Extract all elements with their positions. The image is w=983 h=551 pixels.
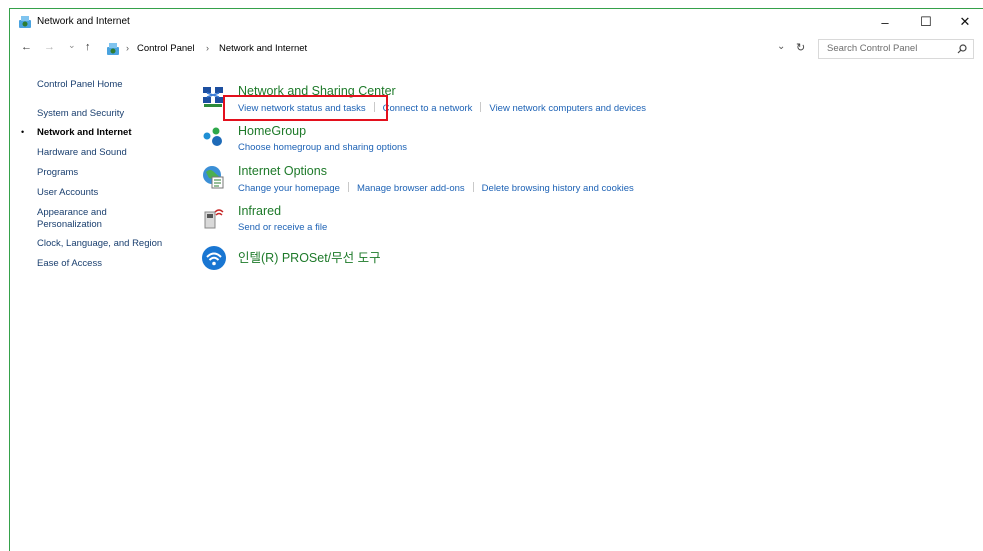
homegroup-icon [203, 127, 222, 146]
internet-options-links: Change your homepage Manage browser add-o… [238, 182, 634, 194]
network-sharing-icon [203, 87, 223, 107]
back-arrow-icon[interactable]: ← [21, 41, 32, 53]
forward-arrow-icon[interactable]: → [44, 41, 55, 53]
intel-proset-wireless-link[interactable]: 인텔(R) PROSet/무선 도구 [238, 247, 381, 266]
connect-to-network-link[interactable]: Connect to a network [383, 103, 473, 114]
breadcrumb-separator-icon: › [126, 43, 129, 53]
breadcrumb-separator-icon: › [206, 43, 209, 53]
search-input[interactable] [825, 42, 949, 55]
search-icon[interactable] [957, 44, 967, 54]
maximize-button[interactable]: ☐ [906, 11, 946, 33]
internet-options-link[interactable]: Internet Options [238, 164, 327, 178]
window-title: Network and Internet [37, 16, 130, 27]
control-panel-window: Network and Internet – ☐ ✕ ← → ⌄ ↑ › Con… [9, 8, 983, 551]
homegroup-link[interactable]: HomeGroup [238, 124, 306, 138]
breadcrumb-control-panel[interactable]: Control Panel [137, 43, 195, 54]
recent-locations-chevron-icon[interactable]: ⌄ [68, 40, 76, 51]
close-button[interactable]: ✕ [945, 11, 983, 33]
minimize-button[interactable]: – [865, 11, 905, 33]
navigation-bar: ← → ⌄ ↑ › Control Panel › Network and In… [10, 39, 983, 61]
network-folder-icon [19, 16, 31, 28]
breadcrumb-network-and-internet[interactable]: Network and Internet [219, 43, 307, 54]
up-arrow-icon[interactable]: ↑ [85, 41, 91, 53]
link-divider [347, 182, 349, 192]
choose-homegroup-options-link[interactable]: Choose homegroup and sharing options [238, 142, 407, 153]
sidebar-item-network-and-internet: Network and Internet [37, 127, 132, 138]
address-dropdown-chevron-icon[interactable]: ⌄ [777, 41, 785, 52]
view-network-computers-link[interactable]: View network computers and devices [489, 103, 646, 114]
internet-options-icon [203, 166, 224, 189]
active-bullet-icon: • [21, 127, 25, 137]
send-or-receive-file-link[interactable]: Send or receive a file [238, 222, 327, 233]
homegroup-links: Choose homegroup and sharing options [238, 142, 407, 153]
sidebar-item-control-panel-home[interactable]: Control Panel Home [37, 79, 123, 91]
sidebar-item-user-accounts[interactable]: User Accounts [37, 187, 98, 199]
network-and-sharing-center-link[interactable]: Network and Sharing Center [238, 84, 396, 98]
intel-wireless-icon [202, 246, 226, 270]
link-divider [480, 102, 482, 112]
infrared-icon [204, 209, 224, 229]
sidebar-item-hardware-and-sound[interactable]: Hardware and Sound [37, 147, 127, 159]
address-bar[interactable]: › Control Panel › Network and Internet ⌄ [106, 40, 796, 59]
network-and-sharing-center-links: View network status and tasks Connect to … [238, 102, 646, 114]
link-divider [472, 182, 474, 192]
refresh-icon[interactable]: ↻ [796, 41, 805, 54]
change-homepage-link[interactable]: Change your homepage [238, 183, 340, 194]
link-divider [373, 102, 375, 112]
delete-browsing-history-link[interactable]: Delete browsing history and cookies [482, 183, 634, 194]
infrared-link[interactable]: Infrared [238, 204, 281, 218]
sidebar-item-appearance-and-personalization[interactable]: Appearance and Personalization [37, 207, 107, 231]
infrared-links: Send or receive a file [238, 222, 327, 233]
sidebar-item-ease-of-access[interactable]: Ease of Access [37, 258, 102, 270]
title-bar[interactable]: Network and Internet – ☐ ✕ [10, 9, 983, 37]
search-box[interactable] [818, 39, 974, 59]
sidebar-item-clock-language-region[interactable]: Clock, Language, and Region [37, 238, 162, 250]
sidebar-item-system-and-security[interactable]: System and Security [37, 108, 124, 120]
control-panel-icon [107, 43, 119, 55]
manage-add-ons-link[interactable]: Manage browser add-ons [357, 183, 465, 194]
sidebar-item-programs[interactable]: Programs [37, 167, 78, 179]
view-network-status-link[interactable]: View network status and tasks [238, 103, 366, 114]
